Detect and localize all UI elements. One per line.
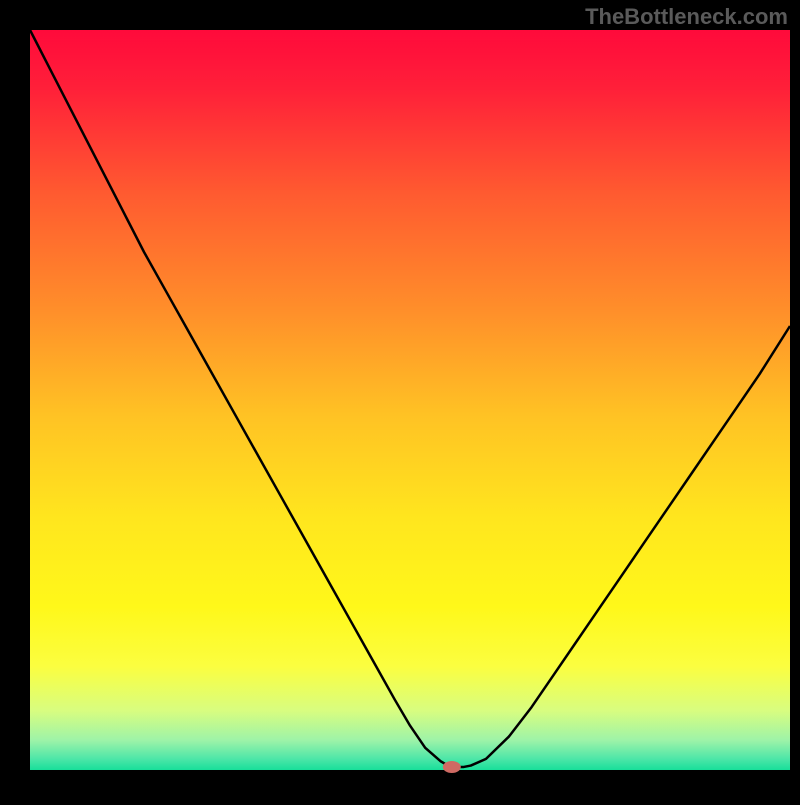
chart-svg (0, 0, 800, 800)
chart-gradient-bg (30, 30, 790, 770)
bottleneck-point-marker (443, 761, 461, 773)
watermark-text: TheBottleneck.com (585, 4, 788, 30)
bottleneck-chart (0, 0, 800, 800)
